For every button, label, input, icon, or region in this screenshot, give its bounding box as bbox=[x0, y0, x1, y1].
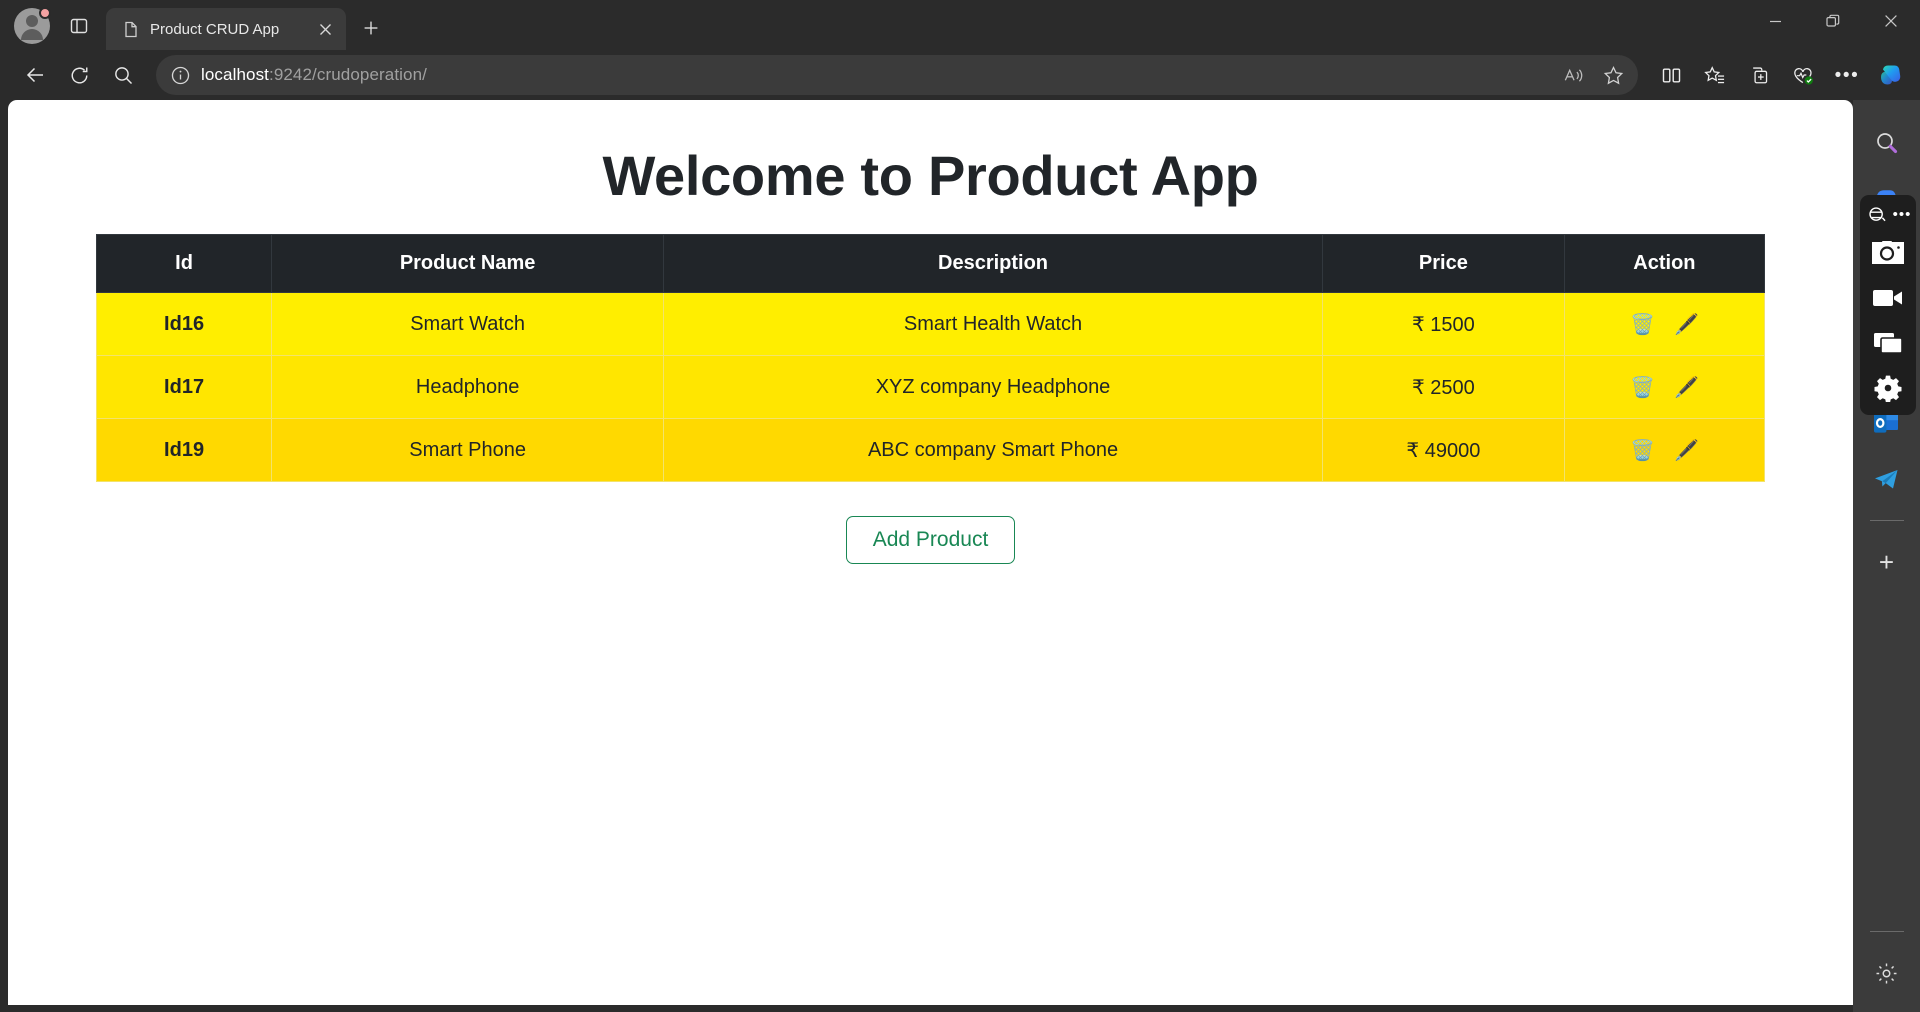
sidebar-divider bbox=[1869, 520, 1904, 521]
column-header-price: Price bbox=[1321, 234, 1565, 294]
tab-product-crud-app[interactable]: Product CRUD App bbox=[106, 8, 346, 50]
sidebar-divider-bottom bbox=[1869, 931, 1904, 932]
refresh-icon[interactable] bbox=[58, 56, 100, 94]
cell-price: ₹ 1500 bbox=[1321, 292, 1565, 357]
add-product-button[interactable]: Add Product bbox=[845, 516, 1016, 565]
screenshot-camera-icon[interactable] bbox=[1867, 235, 1909, 271]
delete-icon[interactable]: 🗑️ bbox=[1627, 309, 1657, 339]
favorites-list-icon[interactable] bbox=[1694, 56, 1736, 94]
table-header-row: Id Product Name Description Price Action bbox=[95, 234, 1766, 294]
cell-id: Id19 bbox=[95, 418, 273, 483]
delete-icon[interactable]: 🗑️ bbox=[1627, 372, 1657, 402]
column-header-id: Id bbox=[95, 234, 273, 294]
browser-essentials-icon[interactable] bbox=[1782, 56, 1824, 94]
sidebar-app-telegram[interactable] bbox=[1866, 458, 1908, 500]
capture-settings-gear-icon[interactable] bbox=[1867, 370, 1909, 406]
page-viewport: Welcome to Product App Id Product Name D… bbox=[8, 100, 1853, 1005]
cell-description: XYZ company Headphone bbox=[663, 355, 1323, 420]
close-window-icon[interactable] bbox=[1862, 0, 1920, 42]
avatar-head bbox=[26, 15, 38, 27]
cell-description: ABC company Smart Phone bbox=[663, 418, 1323, 483]
product-app-page: Welcome to Product App Id Product Name D… bbox=[8, 100, 1853, 565]
avatar-body bbox=[21, 29, 43, 40]
search-icon[interactable] bbox=[102, 56, 144, 94]
table-body: Id16 Smart Watch Smart Health Watch ₹ 15… bbox=[95, 292, 1766, 483]
table-row: Id17 Headphone XYZ company Headphone ₹ 2… bbox=[95, 355, 1766, 420]
select-window-icon[interactable] bbox=[1867, 325, 1909, 361]
edit-icon[interactable]: 🖋️ bbox=[1671, 309, 1701, 339]
navigation-toolbar: localhost:9242/crudoperation/ ••• bbox=[0, 50, 1920, 100]
browser-window: Product CRUD App localhost:9242/crudoper… bbox=[0, 0, 1920, 1012]
cell-action: 🗑️ 🖋️ bbox=[1563, 292, 1766, 357]
cell-price: ₹ 2500 bbox=[1321, 355, 1565, 420]
product-table-wrapper: Id Product Name Description Price Action… bbox=[8, 234, 1853, 483]
sidebar-search-icon[interactable] bbox=[1866, 122, 1908, 164]
capture-mode-icon[interactable] bbox=[1865, 202, 1889, 226]
add-product-row: Add Product bbox=[8, 516, 1853, 565]
edit-icon[interactable]: 🖋️ bbox=[1671, 372, 1701, 402]
tab-actions-icon[interactable] bbox=[62, 9, 96, 43]
cell-id: Id16 bbox=[95, 292, 273, 357]
capture-more-icon[interactable]: ••• bbox=[1893, 207, 1912, 222]
minimize-icon[interactable] bbox=[1746, 0, 1804, 42]
titlebar: Product CRUD App bbox=[0, 0, 1920, 50]
cell-id: Id17 bbox=[95, 355, 273, 420]
info-icon[interactable] bbox=[170, 65, 191, 86]
table-row: Id16 Smart Watch Smart Health Watch ₹ 15… bbox=[95, 292, 1766, 357]
cell-action: 🗑️ 🖋️ bbox=[1563, 418, 1766, 483]
product-table: Id Product Name Description Price Action… bbox=[95, 234, 1766, 483]
address-bar[interactable]: localhost:9242/crudoperation/ bbox=[156, 55, 1638, 95]
capture-toolbar-panel: ••• bbox=[1860, 195, 1916, 415]
ellipsis-glyph: ••• bbox=[1834, 64, 1860, 86]
plus-glyph: + bbox=[1878, 547, 1895, 577]
column-header-description: Description bbox=[663, 234, 1323, 294]
profile-notification-dot bbox=[39, 7, 51, 19]
delete-icon[interactable]: 🗑️ bbox=[1627, 435, 1657, 465]
sidebar-add-icon[interactable]: + bbox=[1866, 541, 1908, 583]
cell-action: 🗑️ 🖋️ bbox=[1563, 355, 1766, 420]
column-header-product-name: Product Name bbox=[271, 234, 665, 294]
settings-and-more-icon[interactable]: ••• bbox=[1826, 56, 1868, 94]
split-screen-icon[interactable] bbox=[1650, 56, 1692, 94]
edit-icon[interactable]: 🖋️ bbox=[1671, 435, 1701, 465]
record-video-icon[interactable] bbox=[1867, 280, 1909, 316]
sidebar-settings-gear-icon[interactable] bbox=[1866, 952, 1908, 994]
cell-product-name: Headphone bbox=[271, 355, 665, 420]
restore-icon[interactable] bbox=[1804, 0, 1862, 42]
cell-product-name: Smart Watch bbox=[271, 292, 665, 357]
back-arrow-icon[interactable] bbox=[14, 56, 56, 94]
table-row: Id19 Smart Phone ABC company Smart Phone… bbox=[95, 418, 1766, 483]
cell-price: ₹ 49000 bbox=[1321, 418, 1565, 483]
url-host: localhost bbox=[201, 65, 269, 84]
capture-toolbar-top-row: ••• bbox=[1860, 202, 1916, 226]
close-icon[interactable] bbox=[312, 16, 338, 42]
new-tab-button[interactable] bbox=[354, 11, 388, 45]
address-bar-actions bbox=[1554, 58, 1632, 92]
copilot-icon[interactable] bbox=[1870, 56, 1912, 94]
read-aloud-icon[interactable] bbox=[1554, 58, 1592, 92]
cell-description: Smart Health Watch bbox=[663, 292, 1323, 357]
table-head: Id Product Name Description Price Action bbox=[95, 234, 1766, 294]
add-to-collections-icon[interactable] bbox=[1738, 56, 1780, 94]
window-controls bbox=[1746, 0, 1920, 50]
page-icon bbox=[122, 20, 140, 38]
url-text[interactable]: localhost:9242/crudoperation/ bbox=[201, 65, 1544, 85]
cell-product-name: Smart Phone bbox=[271, 418, 665, 483]
favorite-star-icon[interactable] bbox=[1594, 58, 1632, 92]
tab-strip: Product CRUD App bbox=[106, 0, 1746, 50]
url-path: :9242/crudoperation/ bbox=[269, 65, 427, 84]
tab-title: Product CRUD App bbox=[150, 20, 280, 38]
column-header-action: Action bbox=[1563, 234, 1766, 294]
page-title: Welcome to Product App bbox=[602, 144, 1259, 207]
profile-avatar[interactable] bbox=[14, 7, 51, 44]
